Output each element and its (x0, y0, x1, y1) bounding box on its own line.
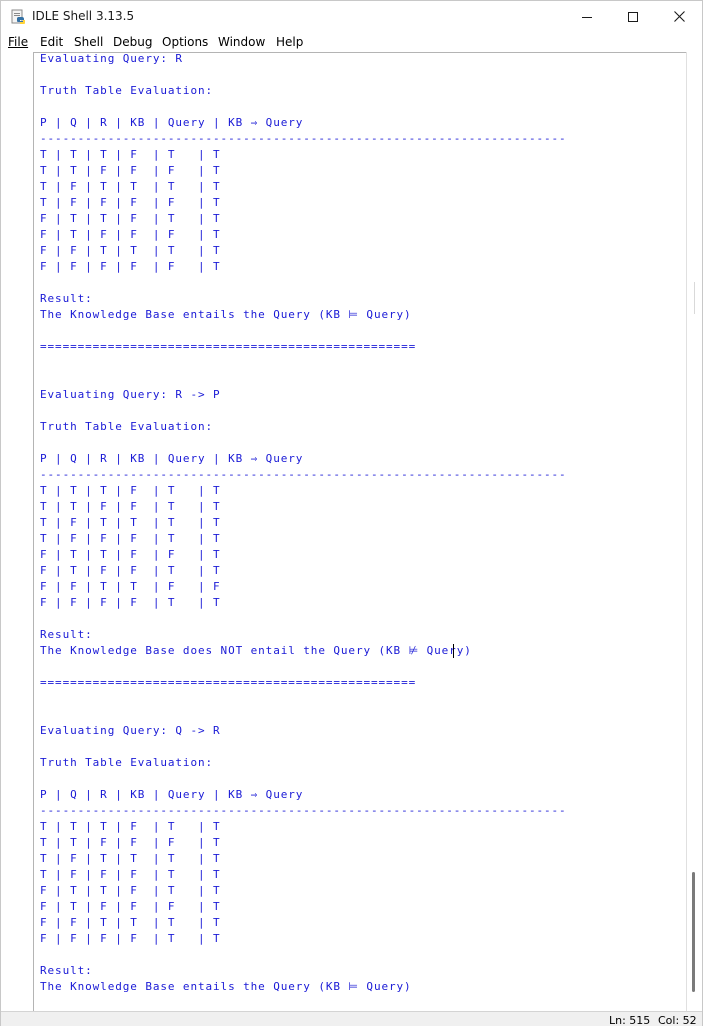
shell-output-line: T | T | F | F | F | T (40, 836, 221, 849)
shell-output-line: ----------------------------------------… (40, 468, 567, 481)
shell-output-line: F | F | F | F | F | T (40, 260, 221, 273)
status-line-number: Ln: 515 (609, 1014, 651, 1026)
shell-output-line: ========================================… (40, 676, 417, 689)
shell-output-line: The Knowledge Base entails the Query (KB… (40, 980, 412, 993)
shell-output-line: F | F | F | F | T | T (40, 596, 221, 609)
shell-output-line: F | F | F | F | T | T (40, 932, 221, 945)
shell-output-line: Result: (40, 628, 93, 641)
shell-output-line: The Knowledge Base entails the Query (KB… (40, 308, 412, 321)
shell-output-line: T | F | T | T | T | T (40, 852, 221, 865)
shell-output-line: ----------------------------------------… (40, 804, 567, 817)
shell-output-line: F | T | F | F | F | T (40, 900, 221, 913)
shell-output-line: P | Q | R | KB | Query | KB ⇒ Query (40, 788, 304, 801)
status-bar: Ln: 515 Col: 52 (1, 1011, 702, 1026)
title-bar[interactable]: IDLE Shell 3.13.5 (1, 1, 702, 32)
close-icon (673, 11, 685, 22)
menu-help[interactable]: Help (276, 35, 303, 49)
menu-debug[interactable]: Debug (113, 35, 152, 49)
menu-window-label: Window (218, 35, 266, 49)
menu-bar: File Edit Shell Debug Options Window Hel… (1, 32, 702, 52)
menu-file-label: File (8, 35, 29, 49)
menu-window[interactable]: Window (218, 35, 265, 49)
shell-output-line: T | F | T | T | T | T (40, 516, 221, 529)
text-cursor (453, 644, 454, 658)
shell-output-line: F | F | T | T | T | T (40, 916, 221, 929)
shell-output-line: Evaluating Query: R -> P (40, 388, 221, 401)
shell-output-line: T | T | T | F | T | T (40, 820, 221, 833)
shell-output-line: Evaluating Query: Q -> R (40, 724, 221, 737)
shell-output-line: F | T | T | F | T | T (40, 884, 221, 897)
maximize-button[interactable] (610, 1, 656, 32)
shell-output-line: Truth Table Evaluation: (40, 84, 214, 97)
shell-output-line: F | T | T | F | F | T (40, 548, 221, 561)
shell-output-line: Result: (40, 292, 93, 305)
shell-output-line: ========================================… (40, 340, 417, 353)
shell-output-line: F | F | T | T | T | T (40, 244, 221, 257)
shell-output-line: The Knowledge Base does NOT entail the Q… (40, 644, 472, 657)
shell-output-line: T | T | T | F | T | T (40, 148, 221, 161)
shell-output-line: Truth Table Evaluation: (40, 420, 214, 433)
shell-output-line: T | F | F | F | T | T (40, 868, 221, 881)
menu-edit[interactable]: Edit (40, 35, 63, 49)
shell-output-line: T | F | F | F | T | T (40, 532, 221, 545)
shell-output-line: T | T | F | F | T | T (40, 500, 221, 513)
vertical-scrollbar[interactable] (686, 52, 702, 1011)
minimize-icon (582, 16, 592, 18)
menu-help-label: Help (276, 35, 304, 49)
menu-options[interactable]: Options (162, 35, 208, 49)
idle-shell-window: IDLE Shell 3.13.5 File Edit Shell Debug … (0, 0, 703, 1026)
shell-output-line: Truth Table Evaluation: (40, 756, 214, 769)
shell-output-line: T | F | F | F | F | T (40, 196, 221, 209)
maximize-icon (628, 11, 638, 22)
shell-output-area[interactable]: Evaluating Query: R Truth Table Evaluatio… (33, 52, 686, 1011)
scrollbar-track-mark (694, 282, 695, 314)
shell-output-line: Result: (40, 964, 93, 977)
menu-file[interactable]: File (8, 35, 28, 49)
shell-output-line: P | Q | R | KB | Query | KB ⇒ Query (40, 116, 304, 129)
shell-output-line: F | T | F | F | F | T (40, 228, 221, 241)
minimize-button[interactable] (564, 1, 610, 32)
menu-edit-label: Edit (40, 35, 64, 49)
menu-options-label: Options (162, 35, 209, 49)
shell-gutter (1, 52, 33, 1011)
menu-debug-label: Debug (113, 35, 153, 49)
shell-output-line: T | T | F | F | F | T (40, 164, 221, 177)
shell-output-line: ----------------------------------------… (40, 132, 567, 145)
menu-shell[interactable]: Shell (74, 35, 103, 49)
shell-output-line: T | T | T | F | T | T (40, 484, 221, 497)
shell-output-line: F | T | T | F | T | T (40, 212, 221, 225)
idle-python-icon (10, 9, 26, 25)
shell-output-line: F | T | F | F | T | T (40, 564, 221, 577)
scrollbar-thumb[interactable] (692, 872, 695, 992)
close-button[interactable] (656, 1, 702, 32)
shell-output-line: P | Q | R | KB | Query | KB ⇒ Query (40, 452, 304, 465)
status-column-number: Col: 52 (658, 1014, 697, 1026)
window-title: IDLE Shell 3.13.5 (32, 9, 135, 23)
shell-output-line: F | F | T | T | F | F (40, 580, 221, 593)
shell-output-line: Evaluating Query: R (40, 52, 183, 65)
menu-shell-label: Shell (74, 35, 104, 49)
shell-output-line: T | F | T | T | T | T (40, 180, 221, 193)
